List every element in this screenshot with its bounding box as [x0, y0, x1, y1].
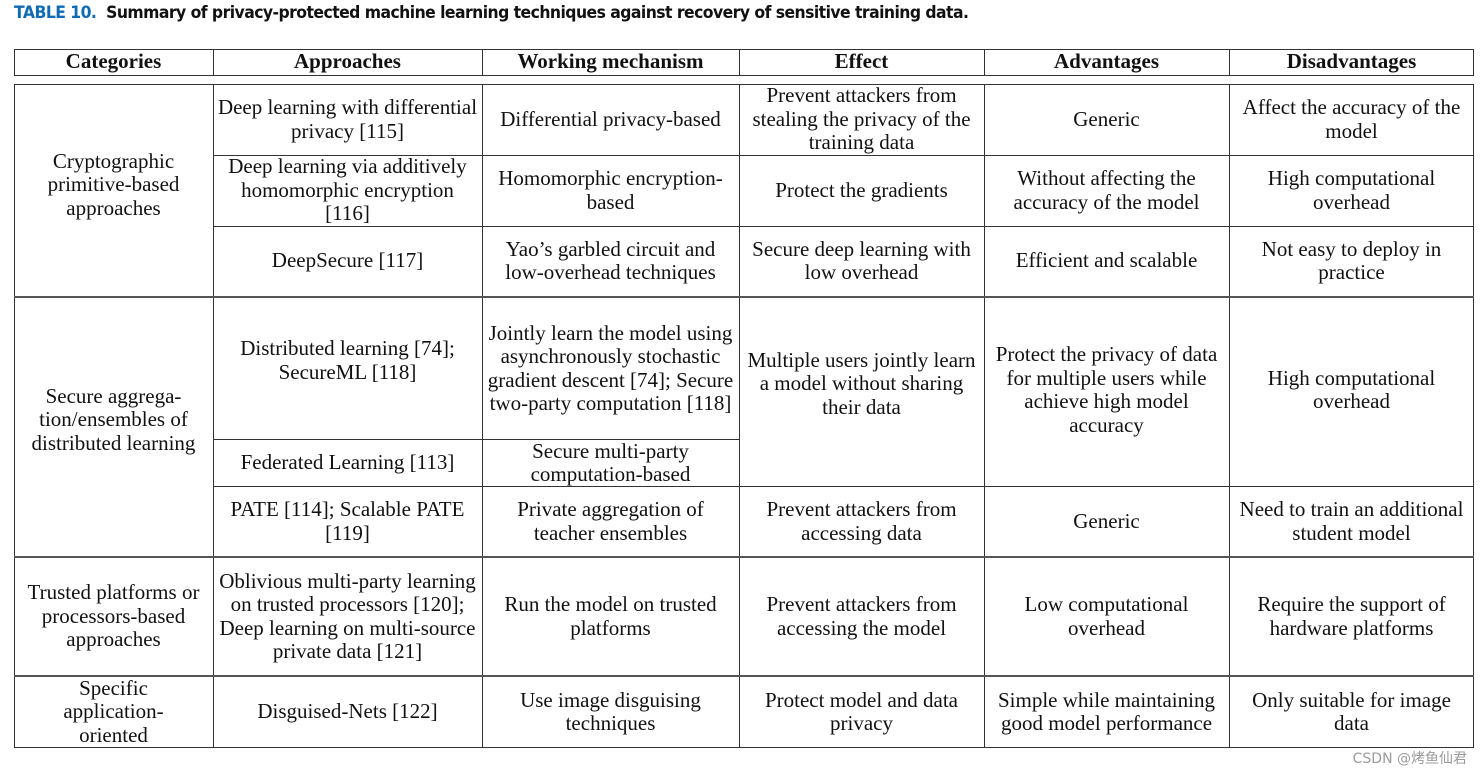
advantages-cell: Efficient and scalable [1015, 248, 1198, 273]
approach-cell: Disguised-Nets [122] [257, 699, 438, 724]
mechanism-cell: Homomorphic encryption-based [498, 166, 723, 214]
disadvantages-cell-merged: High computational overhead [1267, 365, 1436, 413]
column-header-categories: Categories [65, 49, 162, 74]
effect-cell: Prevent attackers from accessing the mod… [766, 592, 957, 640]
mechanism-cell: Use image disguising techniques [520, 687, 701, 735]
table-caption: TABLE 10. Summary of privacy-protected m… [14, 3, 969, 23]
column-header-mechanism: Working mechanism [517, 49, 704, 74]
advantages-cell: Generic [1073, 508, 1140, 533]
table-caption-text: Summary of privacy-protected machine lea… [106, 3, 969, 23]
approach-cell: Distributed learning [74]; SecureML [118… [240, 336, 455, 384]
column-header-effect: Effect [834, 49, 889, 74]
disadvantages-cell: Need to train an additional student mode… [1239, 497, 1464, 545]
watermark: CSDN @烤鱼仙君 [1352, 751, 1467, 767]
disadvantages-cell: High computational overhead [1267, 166, 1436, 214]
mechanism-cell: Yao’s garbled circuit and low-overhead t… [505, 236, 716, 284]
effect-cell: Prevent attackers from accessing data [766, 497, 957, 545]
disadvantages-cell: Require the support of hardware platform… [1257, 592, 1446, 640]
effect-cell: Protect model and data privacy [764, 687, 959, 735]
advantages-cell: Simple while maintaining good model perf… [998, 687, 1215, 735]
category-cell: Secure aggrega-tion/ensembles of distrib… [31, 383, 196, 455]
mechanism-cell: Secure multi-party computation-based [530, 438, 691, 486]
column-header-advantages: Advantages [1053, 49, 1159, 74]
advantages-cell: Without affecting the accuracy of the mo… [1013, 166, 1200, 214]
disadvantages-cell: Not easy to deploy in practice [1261, 236, 1442, 284]
mechanism-cell: Private aggregation of teacher ensembles [517, 497, 704, 545]
disadvantages-cell: Only suitable for image data [1252, 687, 1451, 735]
approach-cell: Deep learning with differential privacy … [217, 95, 478, 143]
approach-cell: Federated Learning [113] [240, 450, 455, 475]
effect-cell: Protect the gradients [775, 177, 948, 202]
effect-cell: Secure deep learning with low overhead [752, 236, 971, 284]
mechanism-cell: Differential privacy-based [500, 106, 721, 131]
effect-cell-merged: Multiple users jointly learn a model wit… [747, 347, 976, 419]
category-cell: Trusted platforms or processors-based ap… [27, 580, 200, 652]
mechanism-cell: Run the model on trusted platforms [504, 592, 717, 640]
approach-cell: Oblivious multi-party learning on truste… [219, 568, 476, 663]
mechanism-cell: Jointly learn the model using asynchrono… [487, 320, 734, 415]
approach-cell: DeepSecure [117] [271, 248, 424, 273]
disadvantages-cell: Affect the accuracy of the model [1242, 95, 1461, 143]
table-label: TABLE 10. [14, 3, 97, 23]
advantages-cell: Low computational overhead [1024, 592, 1189, 640]
approach-cell: PATE [114]; Scalable PATE [119] [230, 497, 465, 545]
category-cell: Cryptographic primitive-based approaches [47, 148, 180, 220]
approach-cell: Deep learning via additively homomorphic… [228, 154, 467, 226]
effect-cell: Prevent attackers from stealing the priv… [752, 83, 971, 155]
column-header-approaches: Approaches [294, 49, 401, 74]
advantages-cell: Generic [1073, 106, 1140, 131]
category-cell: Specific application-oriented [63, 675, 164, 747]
column-header-disadvantages: Disadvantages [1286, 49, 1417, 74]
advantages-cell-merged: Protect the privacy of data for multiple… [995, 342, 1218, 437]
